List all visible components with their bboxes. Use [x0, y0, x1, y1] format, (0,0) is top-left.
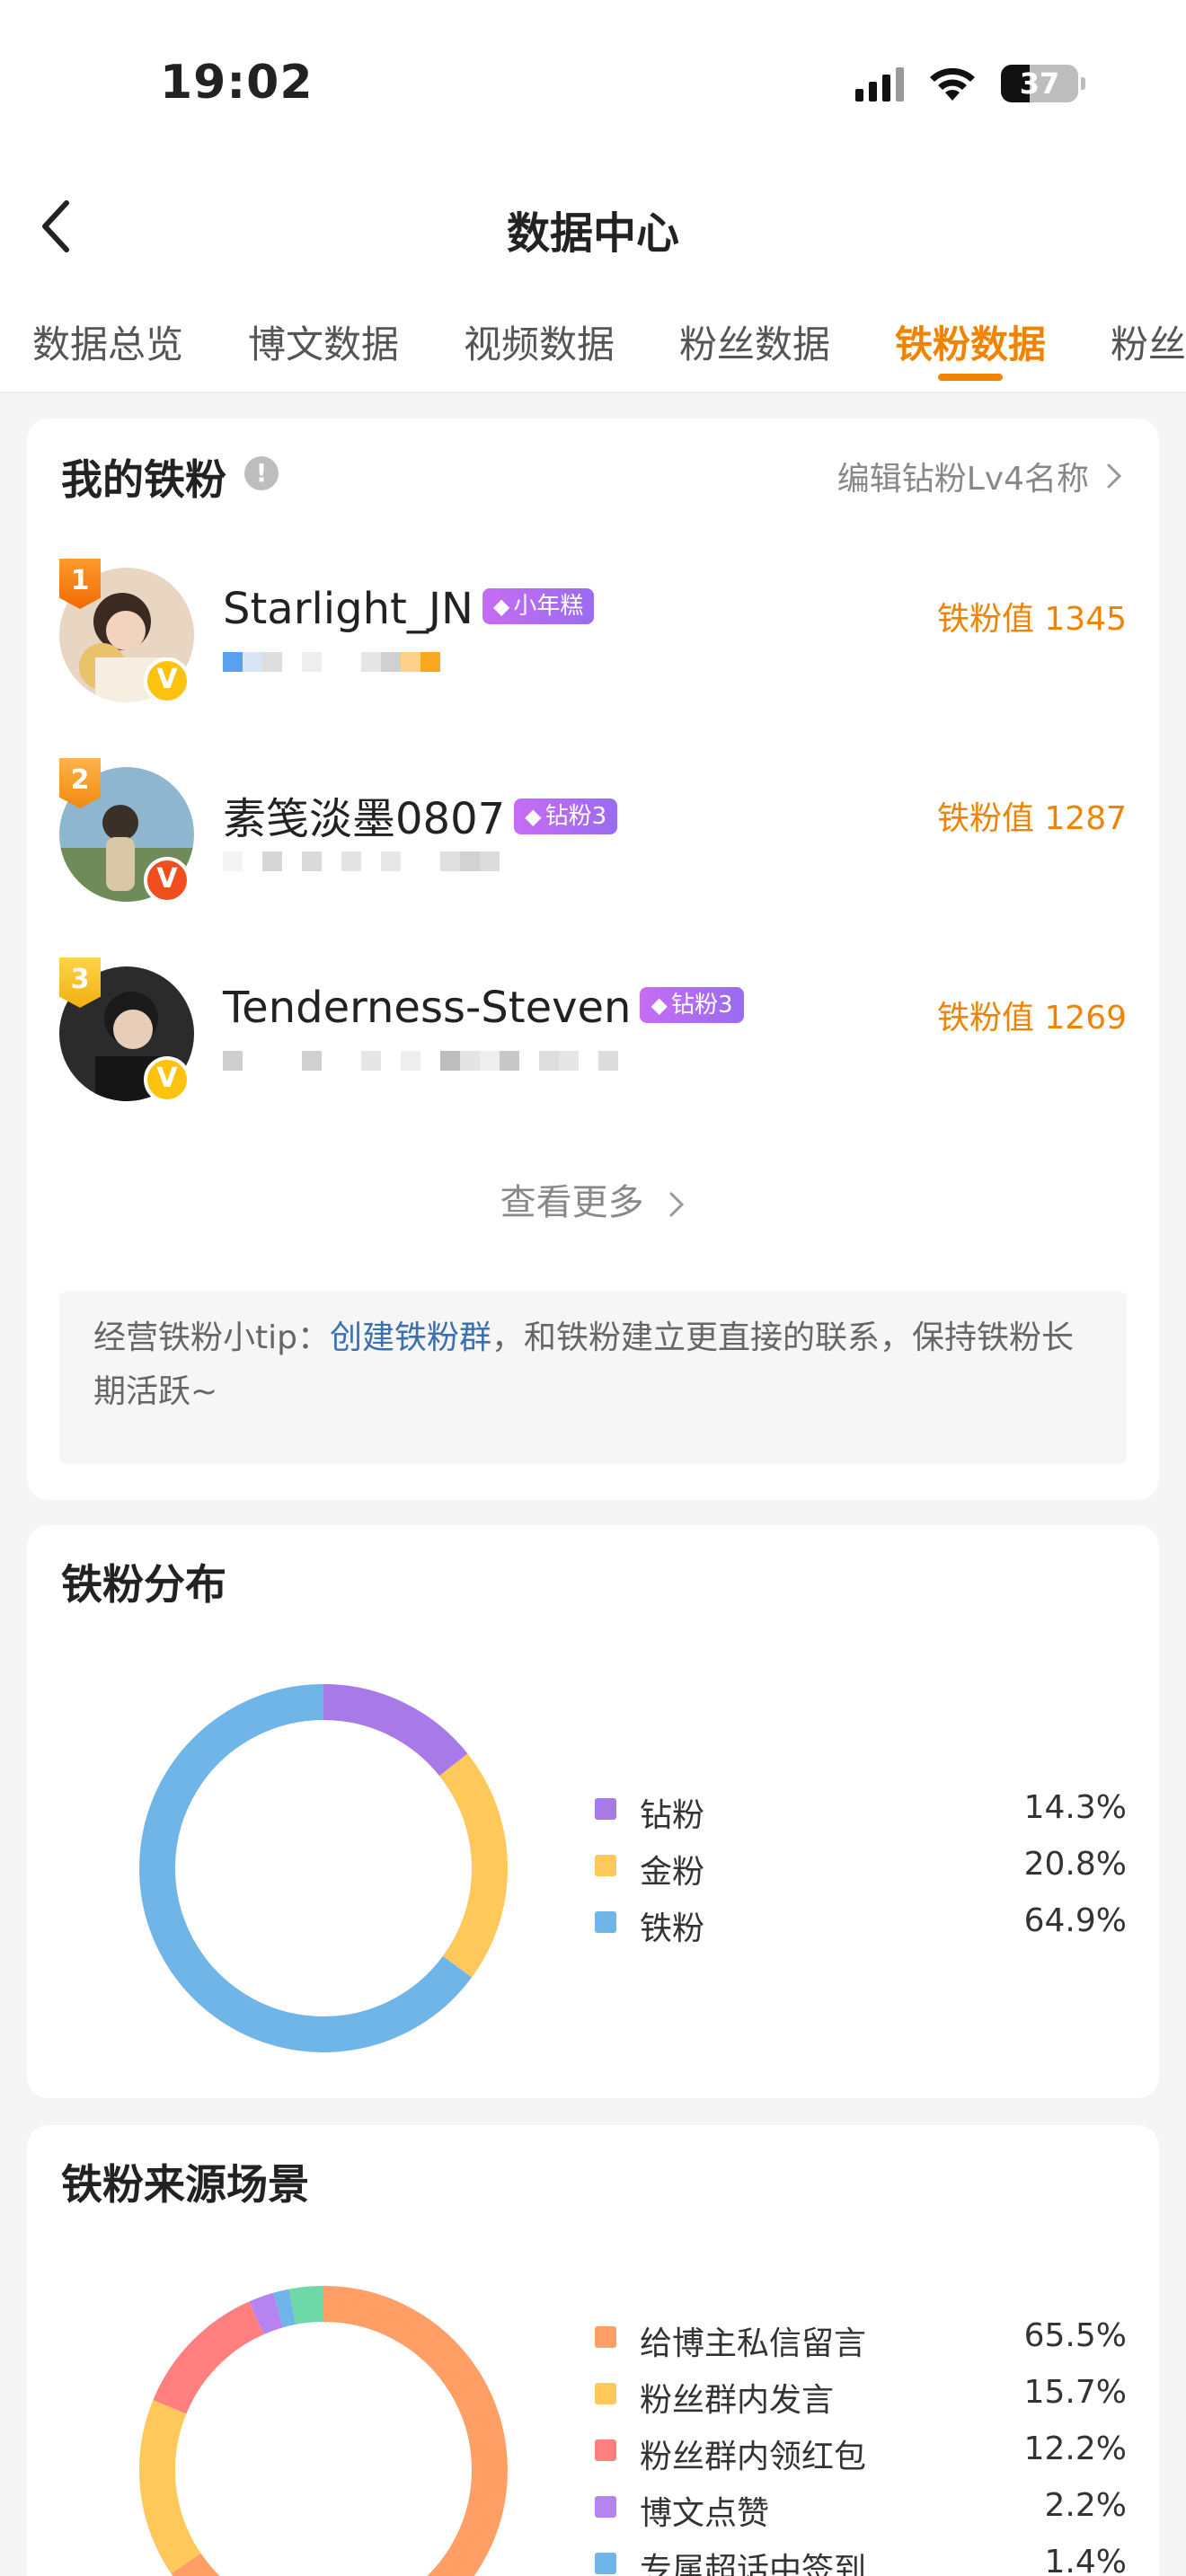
battery-level: 37 [1019, 66, 1060, 101]
nav-bar: 数据中心 [0, 171, 1186, 287]
fan-name-text: Starlight_JN [223, 584, 474, 634]
legend-percent: 2.2% [1044, 2487, 1127, 2524]
legend-swatch [595, 1855, 616, 1876]
legend-label: 专属超话中签到 [640, 2552, 867, 2576]
fan-badge: ◆ 钻粉3 [514, 798, 618, 834]
status-time: 19:02 [160, 56, 314, 110]
tab-iron-fans[interactable]: 铁粉数据 [895, 314, 1046, 369]
legend-item: 粉丝群内领红包 12.2% [593, 2427, 1127, 2481]
active-tab-indicator [938, 374, 1003, 381]
donut-slice-0 [323, 1684, 468, 1777]
legend-percent: 14.3% [1023, 1789, 1127, 1826]
tab-bar: 数据总览 博文数据 视频数据 粉丝数据 铁粉数据 粉丝 [0, 287, 1186, 393]
legend-label: 铁粉 [640, 1910, 705, 1947]
legend-swatch [595, 2439, 616, 2461]
chevron-right-icon [1107, 463, 1122, 489]
blurred-description [223, 652, 440, 672]
donut-slice-1 [438, 1753, 508, 1978]
legend-item: 博文点赞 2.2% [593, 2483, 1127, 2537]
blurred-description [223, 1051, 618, 1071]
diamond-icon: ◆ [492, 594, 510, 619]
fan-row[interactable]: 3 V Tenderness-Steven ◆ 钻粉3 铁粉值 1269 [27, 957, 1159, 1146]
donut-slice-2 [153, 2301, 264, 2414]
fan-score: 铁粉值 1287 [936, 800, 1127, 837]
legend-percent: 65.5% [1023, 2317, 1127, 2354]
legend-percent: 15.7% [1023, 2374, 1127, 2411]
fan-badge: ◆ 小年糕 [482, 588, 595, 624]
donut-slice-2 [139, 1684, 473, 2052]
status-bar: 19:02 37 [0, 0, 1186, 171]
fan-name: Tenderness-Steven ◆ 钻粉3 [223, 983, 744, 1033]
legend-item: 金粉 20.8% [593, 1842, 1127, 1896]
edit-link-label: 编辑钻粉Lv4名称 [836, 461, 1089, 498]
fan-badge-label: 钻粉3 [544, 803, 607, 830]
legend-item: 粉丝群内发言 15.7% [593, 2370, 1127, 2424]
legend-item: 给博主私信留言 65.5% [593, 2314, 1127, 2368]
tab-overview[interactable]: 数据总览 [32, 314, 183, 369]
legend-item: 铁粉 64.9% [593, 1899, 1127, 1953]
legend-label: 博文点赞 [640, 2495, 770, 2532]
tab-fans-more[interactable]: 粉丝 [1111, 314, 1186, 369]
view-more-button[interactable]: 查看更多 [0, 1173, 1186, 1225]
status-icons: 37 [855, 65, 1085, 102]
tip-box: 经营铁粉小tip：创建铁粉群，和铁粉建立更直接的联系，保持铁粉长期活跃~ [59, 1292, 1127, 1464]
tab-fans[interactable]: 粉丝数据 [679, 314, 830, 369]
distribution-title: 铁粉分布 [61, 1560, 226, 1609]
legend-label: 粉丝群内发言 [640, 2382, 835, 2419]
fan-name-text: 素笺淡墨0807 [223, 794, 506, 844]
chevron-right-icon [669, 1192, 685, 1217]
legend-percent: 12.2% [1023, 2430, 1127, 2467]
legend-label: 金粉 [640, 1854, 705, 1891]
tab-posts[interactable]: 博文数据 [248, 314, 399, 369]
sources-donut-chart [139, 2286, 508, 2576]
fan-score: 铁粉值 1345 [936, 601, 1127, 638]
legend-label: 给博主私信留言 [640, 2325, 867, 2362]
signal-icon [855, 66, 904, 101]
legend-percent: 20.8% [1023, 1846, 1127, 1883]
sources-title: 铁粉来源场景 [61, 2160, 309, 2209]
wifi-icon [930, 67, 975, 101]
info-icon[interactable]: ! [244, 456, 279, 490]
page-title: 数据中心 [506, 208, 679, 259]
my-fans-title: 我的铁粉 [61, 455, 226, 504]
verified-icon: V [144, 857, 190, 904]
verified-icon: V [144, 657, 190, 704]
fan-row[interactable]: 1 V Starlight_JN ◆ 小年糕 铁粉值 1345 [27, 559, 1159, 747]
legend-label: 钻粉 [640, 1797, 705, 1834]
fan-badge-label: 小年糕 [513, 593, 584, 620]
legend-swatch [595, 2383, 616, 2404]
verified-icon: V [144, 1056, 190, 1103]
donut-slice-other [288, 2286, 324, 2325]
legend-percent: 64.9% [1023, 1902, 1127, 1939]
fan-score: 铁粉值 1269 [936, 1000, 1127, 1037]
fan-name: 素笺淡墨0807 ◆ 钻粉3 [223, 783, 618, 846]
fan-row[interactable]: 2 V 素笺淡墨0807 ◆ 钻粉3 铁粉值 1287 [27, 758, 1159, 947]
create-group-link[interactable]: 创建铁粉群 [330, 1319, 491, 1356]
diamond-icon: ◆ [525, 804, 542, 829]
legend-swatch [595, 2326, 616, 2348]
fan-badge-label: 钻粉3 [670, 992, 733, 1019]
fan-name-text: Tenderness-Steven [223, 983, 632, 1033]
fan-name: Starlight_JN ◆ 小年糕 [223, 584, 595, 634]
legend-swatch [595, 2496, 616, 2518]
legend-item: 钻粉 14.3% [593, 1786, 1127, 1839]
donut-slice-1 [139, 2400, 201, 2574]
edit-diamond-name-link[interactable]: 编辑钻粉Lv4名称 [837, 453, 1123, 499]
legend-swatch [595, 1798, 616, 1820]
tip-prefix: 经营铁粉小tip： [93, 1319, 330, 1356]
distribution-donut-chart [139, 1684, 508, 2052]
legend-label: 粉丝群内领红包 [640, 2439, 867, 2475]
legend-swatch [595, 1911, 616, 1933]
donut-slice-4 [273, 2289, 296, 2328]
legend-item: 专属超话中签到 1.4% [593, 2540, 1127, 2576]
battery-icon: 37 [1001, 65, 1085, 102]
view-more-label: 查看更多 [500, 1182, 644, 1223]
tab-videos[interactable]: 视频数据 [464, 314, 615, 369]
diamond-icon: ◆ [651, 992, 668, 1018]
legend-percent: 1.4% [1044, 2544, 1127, 2576]
fan-badge: ◆ 钻粉3 [640, 987, 744, 1023]
blurred-description [223, 851, 500, 871]
donut-slice-3 [249, 2292, 284, 2335]
legend-swatch [595, 2553, 616, 2574]
